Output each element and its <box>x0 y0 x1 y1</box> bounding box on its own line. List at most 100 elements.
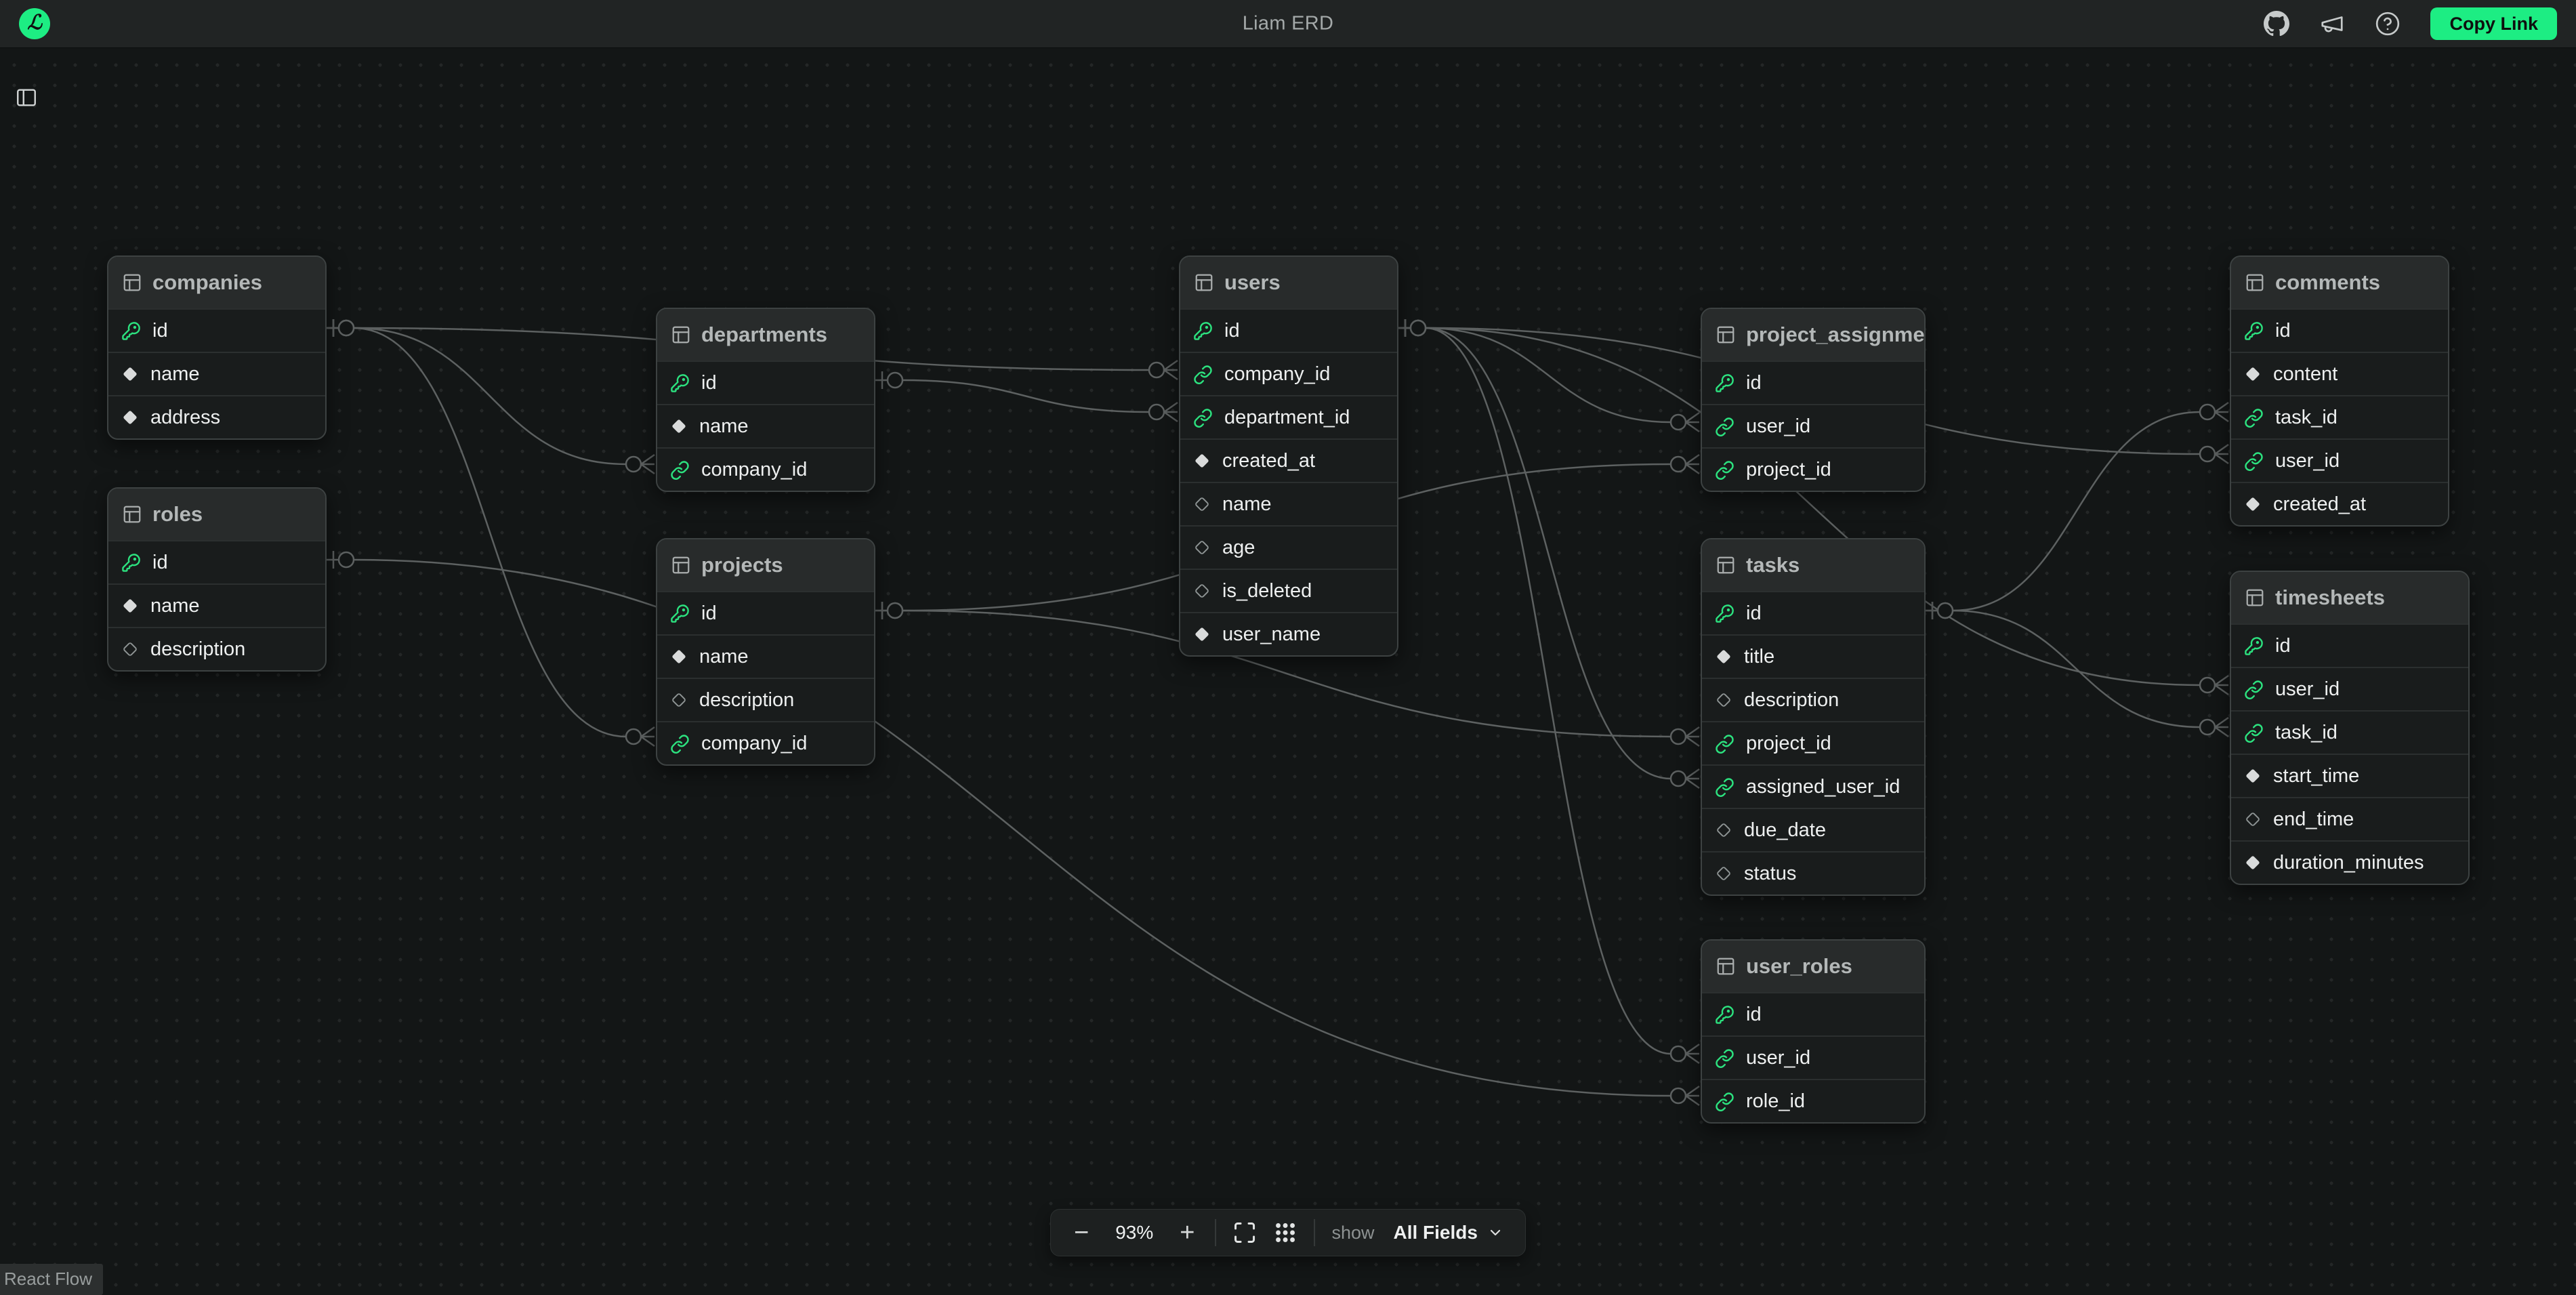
foreign-key-link-icon <box>1715 460 1734 480</box>
column-name: end_time <box>2273 808 2354 831</box>
column-name: project_id <box>1746 733 1831 755</box>
column-users-id: id <box>1180 308 1397 352</box>
primary-key-icon <box>121 553 141 573</box>
foreign-key-link-icon <box>2244 680 2264 699</box>
column-users-department_id: department_id <box>1180 395 1397 438</box>
table-icon <box>671 325 691 345</box>
react-flow-attribution[interactable]: React Flow <box>0 1264 103 1295</box>
column-name: name <box>150 595 200 617</box>
foreign-key-link-icon <box>1715 417 1734 436</box>
table-node-companies[interactable]: companiesidnameaddress <box>107 255 327 440</box>
column-timesheets-user_id: user_id <box>2231 667 2468 710</box>
panel-left-toggle-icon[interactable] <box>12 83 41 114</box>
column-tasks-assigned_user_id: assigned_user_id <box>1702 764 1924 808</box>
column-departments-name: name <box>657 404 874 447</box>
foreign-key-link-icon <box>1193 365 1213 384</box>
table-node-users[interactable]: usersidcompany_iddepartment_idcreated_at… <box>1179 255 1398 657</box>
edge-companies.id-departments.company_id <box>324 319 655 474</box>
edge-users.id-tasks.assigned_user_id <box>1396 319 1699 788</box>
edge-users.id-user_roles.user_id <box>1396 319 1699 1063</box>
column-timesheets-duration_minutes: duration_minutes <box>2231 840 2468 884</box>
column-users-created_at: created_at <box>1180 438 1397 482</box>
table-node-roles[interactable]: rolesid name description <box>107 487 327 672</box>
column-users-user_name: user_name <box>1180 612 1397 655</box>
column-name: age <box>1222 537 1255 559</box>
not-null-diamond-icon <box>121 409 139 426</box>
table-node-comments[interactable]: commentsidcontenttask_iduser_idcreated_a… <box>2230 255 2449 527</box>
edge-roles.id-user_roles.role_id <box>324 551 1699 1105</box>
zoom-out-button[interactable]: − <box>1070 1220 1093 1246</box>
zoom-in-button[interactable]: + <box>1176 1220 1199 1246</box>
column-name: is_deleted <box>1222 580 1312 602</box>
toolbar-divider <box>1215 1219 1216 1246</box>
column-name: id <box>701 602 717 625</box>
zoom-level: 93% <box>1109 1222 1159 1243</box>
table-node-user_roles[interactable]: user_rolesiduser_idrole_id <box>1701 939 1926 1124</box>
column-users-age: age <box>1180 525 1397 569</box>
column-name: description <box>1744 689 1839 712</box>
toolbar-divider <box>1314 1219 1315 1246</box>
megaphone-icon[interactable] <box>2319 11 2345 37</box>
column-tasks-description: description <box>1702 678 1924 721</box>
column-user_roles-role_id: role_id <box>1702 1079 1924 1122</box>
nullable-diamond-icon <box>121 640 139 658</box>
nullable-diamond-icon <box>1715 865 1732 882</box>
table-node-project_assignments[interactable]: project_assignme...iduser_idproject_id <box>1701 308 1926 492</box>
column-tasks-title: title <box>1702 634 1924 678</box>
fit-view-icon[interactable] <box>1232 1220 1257 1245</box>
chevron-down-icon <box>1487 1225 1503 1241</box>
column-name: created_at <box>2273 493 2366 516</box>
erd-canvas[interactable]: companiesidnameaddressrolesidnamedescrip… <box>0 48 2576 1295</box>
fields-filter-select[interactable]: All Fields <box>1390 1222 1505 1243</box>
column-name: company_id <box>1224 363 1330 386</box>
column-name: description <box>699 689 794 712</box>
help-circle-icon[interactable] <box>2375 11 2401 37</box>
table-node-projects[interactable]: projectsidnamedescriptioncompany_id <box>656 538 875 766</box>
table-icon <box>1194 272 1214 293</box>
copy-link-button[interactable]: Copy Link <box>2430 7 2557 40</box>
liam-logo[interactable]: ℒ <box>19 8 50 39</box>
column-timesheets-task_id: task_id <box>2231 710 2468 754</box>
column-name: user_id <box>1746 415 1810 438</box>
column-name: task_id <box>2275 407 2338 429</box>
column-name: id <box>1224 320 1240 342</box>
primary-key-icon <box>2244 636 2264 656</box>
not-null-diamond-icon <box>670 648 688 665</box>
foreign-key-link-icon <box>1715 1092 1734 1111</box>
table-icon <box>122 504 142 525</box>
primary-key-icon <box>1715 373 1734 393</box>
column-users-company_id: company_id <box>1180 352 1397 395</box>
foreign-key-link-icon <box>670 734 690 754</box>
table-icon <box>2245 272 2265 293</box>
not-null-diamond-icon <box>2244 495 2262 513</box>
edge-companies.id-projects.company_id <box>324 319 655 746</box>
table-name: departments <box>701 323 827 347</box>
column-comments-created_at: created_at <box>2231 482 2448 525</box>
table-header-projects: projects <box>657 539 874 591</box>
table-name: tasks <box>1746 553 1800 577</box>
table-icon <box>1716 956 1736 977</box>
column-name: id <box>1746 1004 1762 1026</box>
column-user_roles-user_id: user_id <box>1702 1035 1924 1079</box>
column-roles-description: description <box>108 627 325 670</box>
nullable-diamond-icon <box>1193 539 1211 556</box>
relationship-edges <box>0 48 2576 1295</box>
fields-filter-value: All Fields <box>1393 1222 1477 1243</box>
table-header-project_assignments: project_assignme... <box>1702 309 1924 361</box>
tidy-up-grid-icon[interactable] <box>1273 1220 1297 1245</box>
table-header-roles: roles <box>108 489 325 540</box>
primary-key-icon <box>121 321 141 341</box>
column-name: user_name <box>1222 623 1321 646</box>
column-name: content <box>2273 363 2338 386</box>
column-roles-id: id <box>108 540 325 583</box>
column-timesheets-id: id <box>2231 623 2468 667</box>
table-node-tasks[interactable]: tasksidtitledescriptionproject_idassigne… <box>1701 538 1926 896</box>
table-node-departments[interactable]: departmentsidnamecompany_id <box>656 308 875 492</box>
primary-key-icon <box>2244 321 2264 341</box>
github-icon[interactable] <box>2264 11 2289 37</box>
canvas-toolbar: − 93% + show All Fields <box>1050 1209 1526 1256</box>
column-comments-user_id: user_id <box>2231 438 2448 482</box>
column-name: id <box>152 320 168 342</box>
table-node-timesheets[interactable]: timesheetsiduser_idtask_idstart_timeend_… <box>2230 571 2470 885</box>
not-null-diamond-icon <box>2244 767 2262 785</box>
